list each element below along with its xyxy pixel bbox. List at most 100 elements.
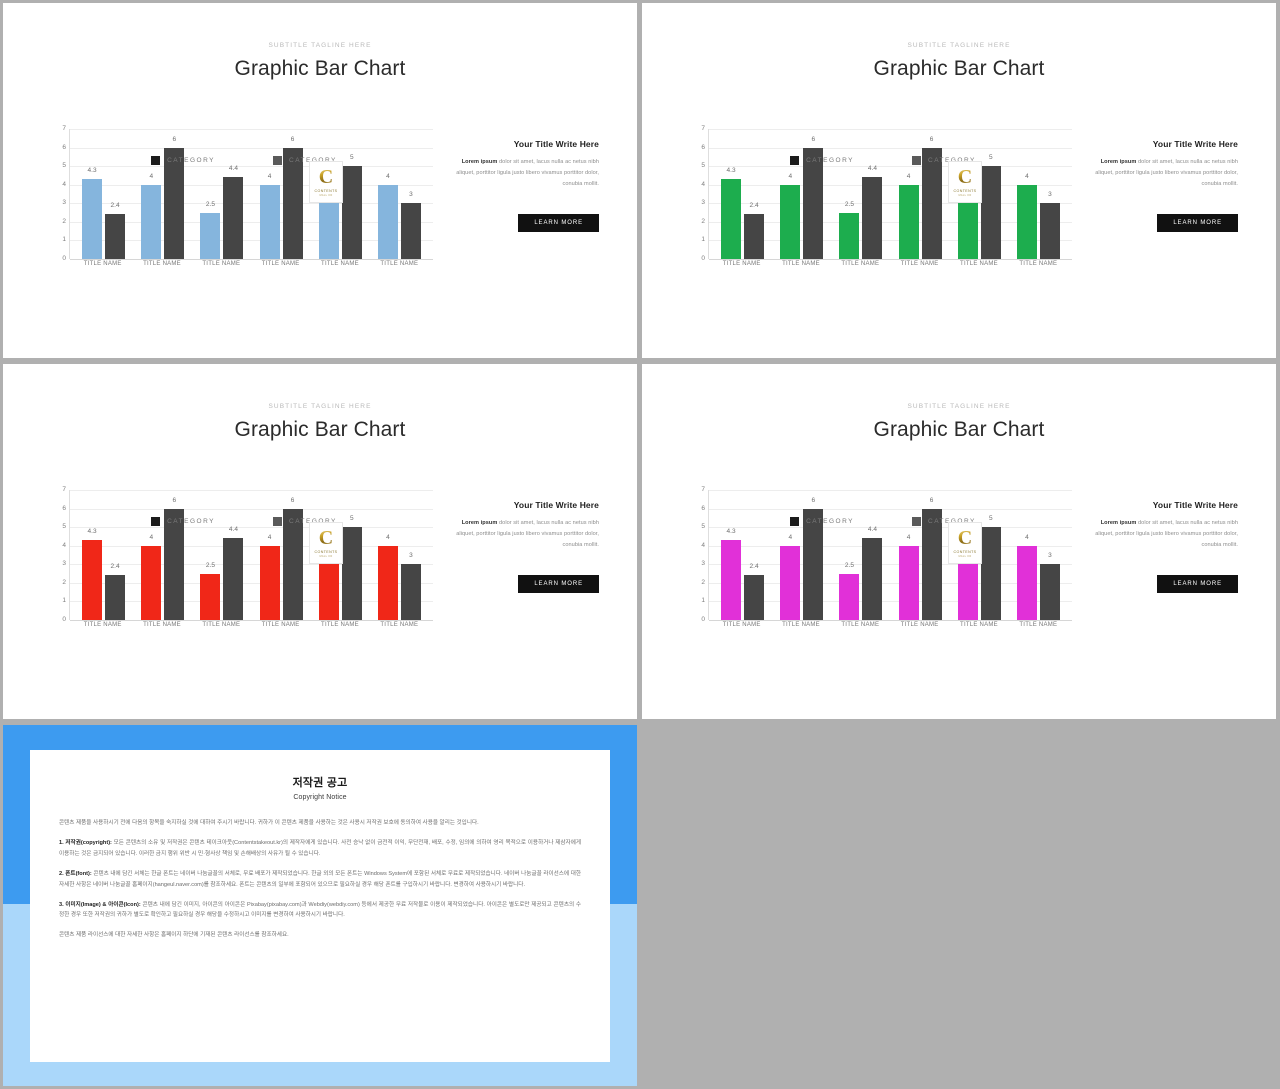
y-axis-tick: 3 xyxy=(701,560,705,568)
bar-value-label: 4 xyxy=(906,533,911,541)
y-axis-tick: 3 xyxy=(62,560,66,568)
x-axis-tick-label: TITLE NAME xyxy=(380,261,419,267)
y-axis-tick: 3 xyxy=(701,199,705,207)
learn-more-button[interactable]: LEARN MORE xyxy=(518,213,599,232)
bar-secondary[interactable]: 5 xyxy=(341,155,362,259)
copyright-section-3: 3. 이미지(Image) & 아이콘(Icon): 콘텐츠 내에 담긴 이미지… xyxy=(59,901,581,919)
watermark-sub: MALL KR xyxy=(958,194,972,197)
bar-primary[interactable] xyxy=(318,564,339,620)
bar-group: 2.5 4.4 xyxy=(831,490,890,620)
legend-swatch-icon xyxy=(151,517,161,526)
bar-primary[interactable]: 2.5 xyxy=(200,201,221,259)
bar-primary[interactable]: 2.5 xyxy=(839,201,860,259)
bar-primary[interactable]: 4 xyxy=(377,173,398,259)
side-panel-lead: Lorem ipsum xyxy=(461,520,498,526)
bar-group: 46 xyxy=(891,129,950,259)
bar-value-label: 4.4 xyxy=(867,526,877,534)
bar-primary[interactable]: 4 xyxy=(377,534,398,620)
bar-secondary[interactable]: 5 xyxy=(341,516,362,620)
bar-value-label: 4 xyxy=(386,172,390,180)
side-panel-lead: Lorem ipsum xyxy=(1100,159,1137,165)
bar-primary[interactable]: 4 xyxy=(141,173,162,259)
bar-primary[interactable]: 4 xyxy=(141,534,162,620)
legend-label: CATEGORY xyxy=(167,518,215,525)
y-axis-tick: 4 xyxy=(62,541,66,549)
learn-more-button[interactable]: LEARN MORE xyxy=(1157,213,1238,232)
bar-primary[interactable]: 4 xyxy=(780,173,801,259)
copyright-body: 콘텐츠 제품을 사용하시기 전에 다음의 항목을 숙지하실 것에 대하여 주시기… xyxy=(59,818,581,941)
bar-value-label: 4.3 xyxy=(87,167,97,175)
x-axis-labels: TITLE NAME TITLE NAME TITLE NAME TITLE NAME… xyxy=(708,261,1072,267)
bar-secondary[interactable]: 3 xyxy=(1039,553,1060,620)
bar-primary[interactable]: 4 xyxy=(780,534,801,620)
bar-secondary[interactable]: 2.4 xyxy=(744,203,765,259)
bar-secondary[interactable]: 2.4 xyxy=(105,203,126,259)
bar-secondary[interactable]: 5 xyxy=(980,155,1001,259)
bar-primary[interactable]: 4.3 xyxy=(82,529,103,620)
x-axis-tick-label: TITLE NAME xyxy=(261,261,300,267)
bar-group: 2.5 4.4 xyxy=(192,129,251,259)
legend-label: CATEGORY xyxy=(806,518,854,525)
slide-red: SUBTITLE TAGLINE HERE Graphic Bar Chart 0 1… xyxy=(3,364,637,719)
bar-primary[interactable]: 4 xyxy=(898,534,919,620)
gridline xyxy=(709,620,1072,621)
bar-secondary[interactable]: 4.4 xyxy=(223,527,244,620)
bar-group: 4.3 2.4 xyxy=(74,129,133,259)
bar-primary[interactable]: 2.5 xyxy=(200,562,221,620)
legend-item[interactable]: CATEGORY xyxy=(151,517,215,526)
bar-secondary[interactable]: 2.4 xyxy=(105,564,126,620)
bar-primary[interactable]: 2.5 xyxy=(839,562,860,620)
slide-green: SUBTITLE TAGLINE HERE Graphic Bar Chart 0 1… xyxy=(642,3,1276,358)
x-axis-tick-label: TITLE NAME xyxy=(202,622,241,628)
bar-primary[interactable] xyxy=(957,203,978,259)
copyright-panel: 저작권 공고 Copyright Notice 콘텐츠 제품을 사용하시기 전에 다… xyxy=(3,725,637,1086)
bar-primary[interactable]: 4.3 xyxy=(82,168,103,259)
bar-primary[interactable]: 4 xyxy=(1016,173,1037,259)
bar-value-label: 2.4 xyxy=(110,202,120,210)
bar-primary[interactable]: 4 xyxy=(259,173,280,259)
y-axis-tick: 1 xyxy=(62,236,66,244)
bar-primary[interactable] xyxy=(957,564,978,620)
bar-secondary[interactable]: 4.4 xyxy=(862,527,883,620)
learn-more-button[interactable]: LEARN MORE xyxy=(1157,574,1238,593)
x-axis-tick-label: TITLE NAME xyxy=(900,261,939,267)
bar-secondary[interactable]: 3 xyxy=(400,553,421,620)
learn-more-button[interactable]: LEARN MORE xyxy=(518,574,599,593)
legend-swatch-icon xyxy=(912,156,921,165)
y-axis: 01234567 xyxy=(55,125,69,261)
bar-primary[interactable]: 4 xyxy=(259,534,280,620)
slide-title: Graphic Bar Chart xyxy=(234,57,406,80)
side-panel-body: Lorem ipsum dolor sit amet, lacus nulla … xyxy=(1095,520,1238,548)
bar-primary[interactable]: 4 xyxy=(898,173,919,259)
y-axis-tick: 0 xyxy=(701,615,705,623)
slide-title: Graphic Bar Chart xyxy=(873,418,1045,441)
bar-secondary[interactable]: 2.4 xyxy=(744,564,765,620)
bar-group: 2.5 4.4 xyxy=(831,129,890,259)
y-axis-tick: 2 xyxy=(701,578,705,586)
slide-blue: SUBTITLE TAGLINE HERE Graphic Bar Chart 0 1… xyxy=(3,3,637,358)
x-axis-labels: TITLE NAME TITLE NAME TITLE NAME TITLE NAME… xyxy=(69,622,433,628)
legend-item[interactable]: CATEGORY xyxy=(151,156,215,165)
bar-primary[interactable]: 4.3 xyxy=(721,529,742,620)
bar-secondary[interactable]: 5 xyxy=(980,516,1001,620)
bar-chart: 0 1 2 3 4 5 6 7 4.3 2.4 4 6 2.5 4.4 4 6 5 4 3 TITLE NAME TIT… xyxy=(694,486,1072,628)
bar-primary[interactable]: 4 xyxy=(1016,534,1037,620)
legend-label: CATEGORY xyxy=(806,157,854,164)
watermark-letter-icon: C xyxy=(318,527,334,549)
bar-secondary[interactable]: 3 xyxy=(400,192,421,259)
watermark-letter-icon: C xyxy=(957,166,973,188)
plot-area: 4.3 2.4 4 6 2.5 4.4 4 6 5 4 3 xyxy=(69,490,433,621)
watermark-name: CONTENTS xyxy=(314,550,338,554)
y-axis: 01234567 xyxy=(694,125,708,261)
copyright-footer: 콘텐츠 제품 라이선스에 대한 자세한 사항은 홈페이지 하단에 기재된 콘텐츠… xyxy=(59,932,289,939)
bar-value-label: 2.4 xyxy=(749,202,759,210)
legend-item[interactable]: CATEGORY xyxy=(790,517,854,526)
bar-secondary[interactable]: 3 xyxy=(1039,192,1060,259)
legend-item[interactable]: CATEGORY xyxy=(790,156,854,165)
bar-primary[interactable] xyxy=(318,203,339,259)
bar-primary[interactable]: 4.3 xyxy=(721,168,742,259)
bar-secondary[interactable]: 4.4 xyxy=(223,166,244,259)
y-axis-tick: 0 xyxy=(62,254,66,262)
chart-legend: CATEGORYCATEGORY xyxy=(55,156,433,165)
bar-secondary[interactable]: 4.4 xyxy=(862,166,883,259)
